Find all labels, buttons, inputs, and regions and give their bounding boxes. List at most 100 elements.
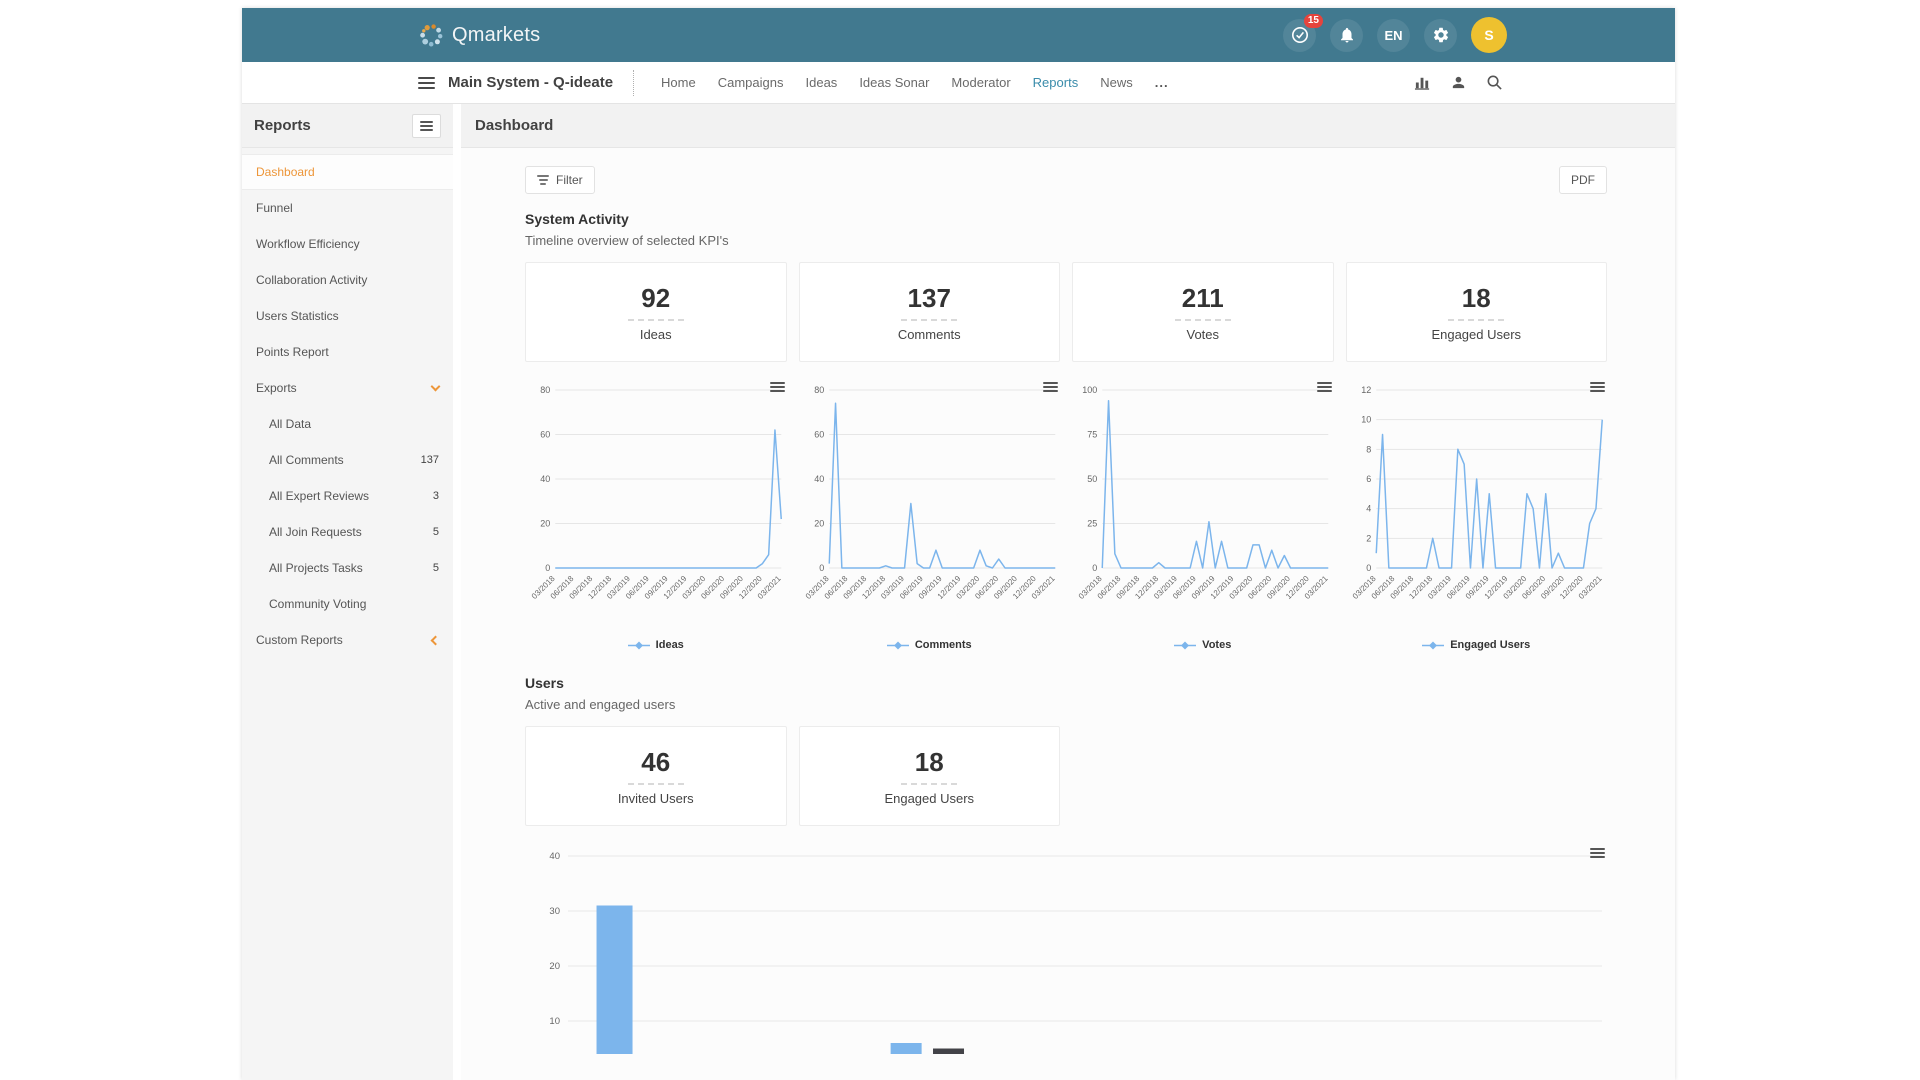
- kpi-divider: [628, 783, 684, 785]
- chevron-down-icon: [431, 381, 441, 391]
- filter-button[interactable]: Filter: [525, 166, 595, 194]
- kpi-card-engaged-users: 18Engaged Users: [799, 726, 1061, 826]
- check-circle-icon: [1291, 26, 1309, 44]
- nav-items: Home Campaigns Ideas Ideas Sonar Moderator Re…: [650, 75, 1180, 90]
- filter-icon: [537, 175, 549, 185]
- sidebar-item-all-join-requests[interactable]: All Join Requests5: [242, 514, 453, 550]
- kpi-label: Votes: [1186, 327, 1219, 342]
- legend-label: Comments: [915, 639, 972, 651]
- sidebar-item-label: Users Statistics: [256, 309, 339, 323]
- kpi-value: 137: [908, 283, 951, 314]
- svg-text:0: 0: [819, 563, 824, 573]
- chart-legend[interactable]: Comments: [799, 639, 1061, 651]
- kpi-label: Engaged Users: [1431, 327, 1521, 342]
- main-panel: Dashboard Filter PDF System Activity Tim…: [461, 104, 1675, 1080]
- qmarkets-logo-icon: [418, 22, 445, 49]
- sidebar-item-workflow-efficiency[interactable]: Workflow Efficiency: [242, 226, 453, 262]
- sidebar-item-label: Community Voting: [269, 597, 366, 611]
- sidebar-item-all-data[interactable]: All Data: [242, 406, 453, 442]
- svg-text:20: 20: [814, 519, 824, 529]
- count-badge: 137: [421, 454, 439, 466]
- kpi-card-engaged-users: 18Engaged Users: [1346, 262, 1608, 362]
- svg-text:20: 20: [540, 519, 550, 529]
- filter-button-label: Filter: [556, 173, 583, 187]
- nav-item-campaigns[interactable]: Campaigns: [718, 75, 784, 90]
- kpi-card-votes: 211Votes: [1072, 262, 1334, 362]
- language-selector[interactable]: EN: [1377, 19, 1410, 52]
- ideas-trend-chart: 02040608003/201806/201809/201812/201803/…: [525, 376, 787, 651]
- sidebar-items: DashboardFunnelWorkflow EfficiencyCollab…: [242, 148, 453, 1080]
- nav-item-more[interactable]: ...: [1155, 75, 1169, 90]
- nav-item-home[interactable]: Home: [661, 75, 696, 90]
- section-title: Users: [525, 675, 1607, 691]
- sidebar-item-community-voting[interactable]: Community Voting: [242, 586, 453, 622]
- votes-trend-chart: 025507510003/201806/201809/201812/201803…: [1072, 376, 1334, 651]
- notifications-button[interactable]: [1330, 19, 1363, 52]
- kpi-label: Ideas: [640, 327, 672, 342]
- search-icon[interactable]: [1486, 74, 1503, 91]
- main-navigation-bar: Main System - Q-ideate Home Campaigns Idea…: [242, 62, 1675, 104]
- sidebar-item-users-statistics[interactable]: Users Statistics: [242, 298, 453, 334]
- settings-button[interactable]: [1424, 19, 1457, 52]
- chart-context-menu-icon[interactable]: [1043, 382, 1058, 393]
- svg-text:80: 80: [814, 385, 824, 395]
- nav-item-reports[interactable]: Reports: [1033, 75, 1079, 90]
- chart-context-menu-icon[interactable]: [770, 382, 785, 393]
- chart-context-menu-icon[interactable]: [1317, 382, 1332, 393]
- nav-item-ideas[interactable]: Ideas: [806, 75, 838, 90]
- kpi-value: 46: [641, 747, 670, 778]
- gear-icon: [1432, 26, 1450, 44]
- qmarkets-logo[interactable]: Qmarkets: [418, 22, 540, 49]
- sidebar-item-exports[interactable]: Exports: [242, 370, 453, 406]
- svg-text:100: 100: [1082, 385, 1097, 395]
- pdf-export-button[interactable]: PDF: [1559, 166, 1607, 194]
- user-avatar[interactable]: S: [1471, 17, 1507, 53]
- user-profile-icon[interactable]: [1450, 74, 1467, 91]
- system-activity-section: System Activity Timeline overview of sel…: [525, 211, 1607, 651]
- svg-text:80: 80: [540, 385, 550, 395]
- svg-text:75: 75: [1087, 430, 1097, 440]
- chart-legend[interactable]: Ideas: [525, 639, 787, 651]
- sidebar-item-all-comments[interactable]: All Comments137: [242, 442, 453, 478]
- section-subtitle: Active and engaged users: [525, 697, 1607, 712]
- svg-text:0: 0: [545, 563, 550, 573]
- sidebar-item-all-expert-reviews[interactable]: All Expert Reviews3: [242, 478, 453, 514]
- kpi-label: Invited Users: [618, 791, 694, 806]
- nav-item-ideas-sonar[interactable]: Ideas Sonar: [859, 75, 929, 90]
- svg-text:40: 40: [549, 851, 560, 862]
- sidebar-item-dashboard[interactable]: Dashboard: [242, 154, 453, 190]
- svg-text:4: 4: [1366, 504, 1371, 514]
- system-menu-icon[interactable]: [418, 77, 435, 89]
- chart-legend[interactable]: Votes: [1072, 639, 1334, 651]
- sidebar-item-points-report[interactable]: Points Report: [242, 334, 453, 370]
- pdf-button-label: PDF: [1571, 173, 1595, 187]
- svg-text:60: 60: [540, 430, 550, 440]
- sidebar-item-collaboration-activity[interactable]: Collaboration Activity: [242, 262, 453, 298]
- sidebar-item-all-projects-tasks[interactable]: All Projects Tasks5: [242, 550, 453, 586]
- reports-chart-icon[interactable]: [1414, 74, 1431, 91]
- svg-text:10: 10: [1361, 415, 1371, 425]
- chart-legend[interactable]: Engaged Users: [1346, 639, 1608, 651]
- system-title[interactable]: Main System - Q-ideate: [448, 74, 613, 91]
- chart-context-menu-icon[interactable]: [1590, 848, 1605, 859]
- chart-context-menu-icon[interactable]: [1590, 382, 1605, 393]
- svg-text:30: 30: [549, 906, 560, 917]
- sidebar-main-divider: [453, 104, 461, 1080]
- svg-text:2: 2: [1366, 533, 1371, 543]
- language-label: EN: [1384, 28, 1402, 43]
- kpi-card-invited-users: 46 Invited Users: [525, 726, 787, 826]
- tasks-button[interactable]: 15: [1283, 19, 1316, 52]
- sidebar-item-label: All Data: [269, 417, 311, 431]
- sidebar-item-label: Custom Reports: [256, 633, 343, 647]
- svg-text:0: 0: [1092, 563, 1097, 573]
- sidebar-item-label: All Join Requests: [269, 525, 362, 539]
- sidebar-item-funnel[interactable]: Funnel: [242, 190, 453, 226]
- sidebar-item-label: Exports: [256, 381, 297, 395]
- sidebar-collapse-button[interactable]: [412, 114, 441, 138]
- users-kpi-cards: 46 Invited Users 18Engaged Users: [525, 726, 1607, 826]
- nav-item-news[interactable]: News: [1100, 75, 1133, 90]
- system-activity-charts: 02040608003/201806/201809/201812/201803/…: [525, 376, 1607, 651]
- nav-item-moderator[interactable]: Moderator: [951, 75, 1010, 90]
- kpi-divider: [628, 319, 684, 321]
- sidebar-item-custom-reports[interactable]: Custom Reports: [242, 622, 453, 658]
